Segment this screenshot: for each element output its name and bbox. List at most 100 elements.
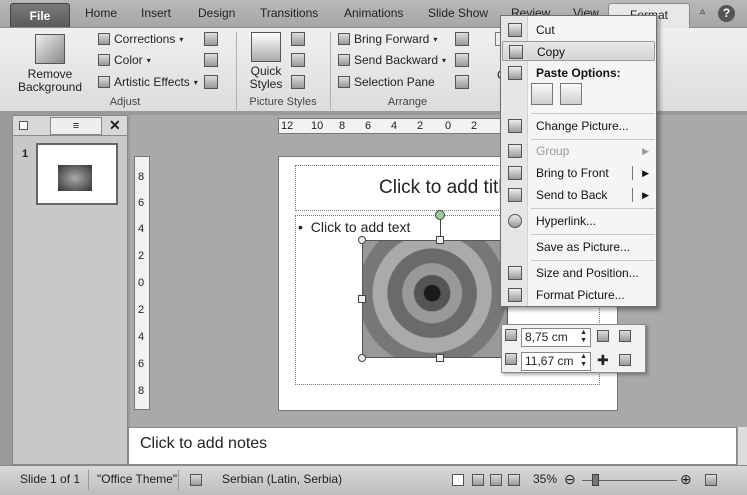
selected-picture[interactable]	[362, 240, 508, 358]
resize-handle-bottom-left[interactable]	[358, 354, 366, 362]
menu-item-send-to-back[interactable]: Send to Back ▶	[502, 185, 655, 205]
content-placeholder-label: Click to add text	[310, 219, 411, 235]
notes-placeholder: Click to add notes	[140, 435, 268, 452]
picture-effects-icon[interactable]	[291, 53, 305, 67]
bring-forward-icon[interactable]	[597, 330, 609, 342]
corrections-button[interactable]: Corrections ▾	[98, 32, 183, 46]
notes-scrollbar[interactable]	[737, 427, 747, 465]
shape-width-input[interactable]: 11,67 cm ▲ ▼	[521, 352, 591, 371]
tab-home[interactable]: Home	[85, 6, 117, 20]
spell-check-icon[interactable]	[190, 474, 202, 486]
tab-insert[interactable]: Insert	[141, 6, 171, 20]
close-pane-icon[interactable]: ✕	[109, 117, 121, 134]
reading-view-icon[interactable]	[490, 474, 502, 486]
send-backward-label: Send Backward	[354, 53, 439, 67]
thumbnail-picture	[58, 165, 92, 191]
shape-width-icon	[505, 353, 517, 365]
artistic-effects-icon	[98, 76, 110, 88]
outline-tab-icon[interactable]: ≡	[50, 117, 102, 135]
menu-item-hyperlink[interactable]: Hyperlink...	[502, 211, 655, 231]
menu-item-group[interactable]: Group ▶	[502, 141, 655, 161]
rotation-handle[interactable]	[435, 210, 445, 220]
menu-item-cut[interactable]: Cut	[502, 20, 655, 40]
ruler-tick: 12	[281, 120, 294, 132]
menu-separator	[531, 139, 655, 140]
artistic-effects-button[interactable]: Artistic Effects ▾	[98, 75, 198, 89]
color-button[interactable]: Color ▾	[98, 53, 151, 67]
color-icon	[98, 54, 110, 66]
tab-file[interactable]: File	[10, 3, 70, 27]
bullet-glyph: •	[298, 219, 303, 235]
context-menu: Cut Copy Paste Options: Change Picture..…	[500, 15, 657, 307]
status-separator	[88, 470, 89, 490]
notes-pane[interactable]: Click to add notes	[128, 427, 737, 465]
quick-styles-icon	[251, 32, 281, 62]
send-backward-button[interactable]: Send Backward ▾	[338, 53, 446, 67]
zoom-slider-thumb[interactable]	[592, 474, 599, 486]
quick-styles-button[interactable]: Quick Styles	[246, 32, 286, 91]
help-icon[interactable]: ?	[718, 5, 735, 22]
change-picture-icon[interactable]	[204, 53, 218, 67]
picture-border-icon[interactable]	[291, 32, 305, 46]
menu-item-save-as-picture[interactable]: Save as Picture...	[502, 237, 655, 257]
slides-tab-icon[interactable]	[19, 121, 28, 130]
send-backward-icon[interactable]	[619, 330, 631, 342]
tab-design[interactable]: Design	[198, 6, 235, 20]
zoom-in-icon[interactable]: ⊕	[680, 471, 692, 488]
paste-as-picture-icon[interactable]	[560, 83, 582, 105]
slide-show-icon[interactable]	[508, 474, 520, 486]
adjust-group-label: Adjust	[109, 96, 141, 108]
split-divider	[632, 166, 633, 180]
menu-item-change-picture-label: Change Picture...	[536, 119, 629, 133]
tab-transitions[interactable]: Transitions	[260, 6, 318, 20]
slide-count-status: Slide 1 of 1	[20, 472, 81, 486]
copy-icon	[509, 45, 523, 59]
quick-styles-label-2: Styles	[249, 77, 283, 91]
ruler-tick: 8	[138, 385, 145, 397]
selection-pane-button[interactable]: Selection Pane	[338, 75, 435, 89]
zoom-out-icon[interactable]: ⊖	[564, 471, 576, 488]
status-separator	[178, 470, 179, 490]
language-status[interactable]: Serbian (Latin, Serbia)	[222, 472, 342, 486]
ruler-tick: 4	[138, 223, 145, 235]
menu-separator	[531, 208, 655, 209]
shape-height-value: 8,75 cm	[525, 330, 568, 344]
menu-item-size-and-position[interactable]: Size and Position...	[502, 263, 655, 283]
submenu-arrow-icon: ▶	[642, 190, 649, 200]
resize-handle-bottom[interactable]	[436, 354, 444, 362]
shape-height-input[interactable]: 8,75 cm ▲ ▼	[521, 328, 591, 347]
tab-animations[interactable]: Animations	[344, 6, 403, 20]
menu-item-size-and-position-label: Size and Position...	[536, 266, 639, 280]
resize-handle-left[interactable]	[358, 295, 366, 303]
slide-thumbnail[interactable]	[36, 143, 118, 205]
minimize-ribbon-icon[interactable]: ▵	[700, 6, 705, 17]
reset-picture-icon[interactable]	[204, 75, 218, 89]
theme-name-status[interactable]: "Office Theme"	[97, 472, 177, 486]
resize-handle-top[interactable]	[436, 236, 444, 244]
zoom-level[interactable]: 35%	[533, 472, 557, 486]
menu-item-change-picture[interactable]: Change Picture...	[502, 116, 655, 136]
ruler-tick: 10	[311, 120, 324, 132]
picture-layout-icon[interactable]	[291, 75, 305, 89]
align-icon[interactable]	[455, 32, 469, 46]
format-picture-icon	[508, 288, 522, 302]
rotate-icon[interactable]	[619, 354, 631, 366]
menu-item-format-picture[interactable]: Format Picture...	[502, 285, 655, 305]
bring-forward-button[interactable]: Bring Forward ▾	[338, 32, 437, 46]
menu-item-copy[interactable]: Copy	[502, 41, 655, 61]
remove-background-button[interactable]: Remove Background	[14, 34, 86, 94]
normal-view-icon[interactable]	[452, 474, 464, 486]
paste-use-destination-theme-icon[interactable]	[531, 83, 553, 105]
group-separator	[330, 32, 331, 110]
resize-handle-top-left[interactable]	[358, 236, 366, 244]
rotate-icon[interactable]	[455, 75, 469, 89]
menu-item-bring-to-front[interactable]: Bring to Front ▶	[502, 163, 655, 183]
fit-to-window-icon[interactable]	[705, 474, 717, 486]
submenu-arrow-icon: ▶	[642, 168, 649, 178]
compress-pictures-icon[interactable]	[204, 32, 218, 46]
crop-icon[interactable]: ✚	[597, 352, 609, 369]
slide-sorter-icon[interactable]	[472, 474, 484, 486]
send-to-back-icon	[508, 188, 522, 202]
tab-slide-show[interactable]: Slide Show	[428, 6, 488, 20]
group-objects-icon[interactable]	[455, 53, 469, 67]
